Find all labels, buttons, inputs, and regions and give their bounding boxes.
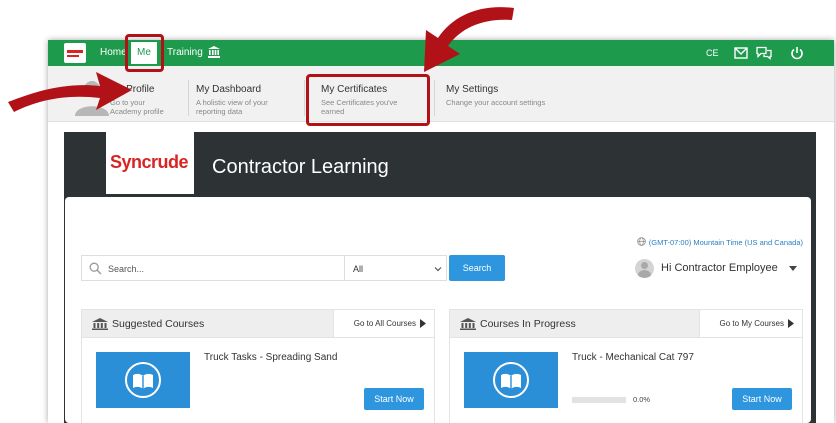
- start-now-button[interactable]: Start Now: [732, 388, 792, 410]
- menu-item-desc: A holistic view of your reporting data: [196, 98, 268, 116]
- link-label: Go to My Courses: [719, 319, 784, 328]
- highlight-box-certificates: [306, 74, 430, 126]
- timezone-text: (GMT-07:00) Mountain Time (US and Canada…: [648, 238, 803, 247]
- search-icon: [89, 262, 102, 275]
- panel-title: Suggested Courses: [112, 318, 205, 330]
- panel-header: Courses In Progress Go to My Courses: [450, 310, 802, 338]
- progress-percent: 0.0%: [633, 395, 651, 404]
- chevron-down-icon: [434, 267, 442, 272]
- menu-divider: [188, 80, 189, 116]
- menu-item-my-dashboard[interactable]: My Dashboard A holistic view of your rep…: [196, 84, 268, 116]
- annotation-arrow-left: [8, 72, 132, 112]
- user-greeting: Hi Contractor Employee: [661, 262, 778, 274]
- search-filter-select[interactable]: All: [345, 255, 447, 281]
- arrow-right-icon: [788, 319, 794, 328]
- menu-item-desc: Change your account settings: [446, 98, 546, 107]
- nav-home[interactable]: Home: [100, 47, 127, 58]
- filter-selected-value: All: [353, 264, 364, 274]
- link-label: Go to All Courses: [353, 319, 416, 328]
- app-window: Home Training Me CE My Profile Go to you…: [48, 40, 834, 423]
- courses-in-progress-panel: Courses In Progress Go to My Courses Tru…: [449, 309, 803, 423]
- courses-icon: [92, 318, 108, 330]
- bank-icon[interactable]: [208, 46, 220, 58]
- course-thumbnail[interactable]: [464, 352, 558, 408]
- main-content-card: (GMT-07:00) Mountain Time (US and Canada…: [65, 197, 811, 423]
- caret-down-icon: [789, 266, 797, 271]
- globe-icon: [636, 237, 646, 246]
- nav-training[interactable]: Training: [167, 47, 203, 58]
- syncrude-logo: Syncrude: [106, 132, 194, 194]
- go-to-all-courses-link[interactable]: Go to All Courses: [332, 310, 434, 337]
- search-button[interactable]: Search: [449, 255, 505, 281]
- timezone-link[interactable]: (GMT-07:00) Mountain Time (US and Canada…: [636, 237, 803, 247]
- courses-icon: [460, 318, 476, 330]
- me-dropdown-menu: My Profile Go to your Academy profile My…: [48, 66, 834, 122]
- mail-icon[interactable]: [734, 46, 748, 60]
- go-to-my-courses-link[interactable]: Go to My Courses: [698, 310, 802, 337]
- course-title[interactable]: Truck Tasks - Spreading Sand: [204, 352, 337, 363]
- chat-icon[interactable]: [756, 46, 772, 60]
- panel-header: Suggested Courses Go to All Courses: [82, 310, 434, 338]
- annotation-arrow-top: [424, 7, 514, 72]
- progress-bar: [572, 397, 626, 403]
- menu-divider: [304, 80, 305, 116]
- open-book-icon: [125, 362, 161, 398]
- menu-item-title: My Dashboard: [196, 84, 262, 95]
- search-input[interactable]: [108, 259, 338, 278]
- menu-item-my-settings[interactable]: My Settings Change your account settings: [446, 84, 545, 107]
- avatar: [635, 259, 654, 278]
- course-title[interactable]: Truck - Mechanical Cat 797: [572, 352, 694, 363]
- suggested-courses-panel: Suggested Courses Go to All Courses Truc…: [81, 309, 435, 423]
- menu-item-title: My Settings: [446, 84, 499, 95]
- panel-title: Courses In Progress: [480, 318, 576, 330]
- search-box: [81, 255, 345, 281]
- menu-divider: [434, 80, 435, 116]
- course-thumbnail[interactable]: [96, 352, 190, 408]
- open-book-icon: [493, 362, 529, 398]
- start-now-button[interactable]: Start Now: [364, 388, 424, 410]
- power-icon[interactable]: [790, 46, 804, 60]
- page-title: Contractor Learning: [212, 156, 389, 178]
- arrow-right-icon: [420, 319, 426, 328]
- syncrude-logo-small[interactable]: [64, 43, 86, 63]
- logo-text: Syncrude: [110, 152, 189, 172]
- ce-link[interactable]: CE: [706, 48, 719, 62]
